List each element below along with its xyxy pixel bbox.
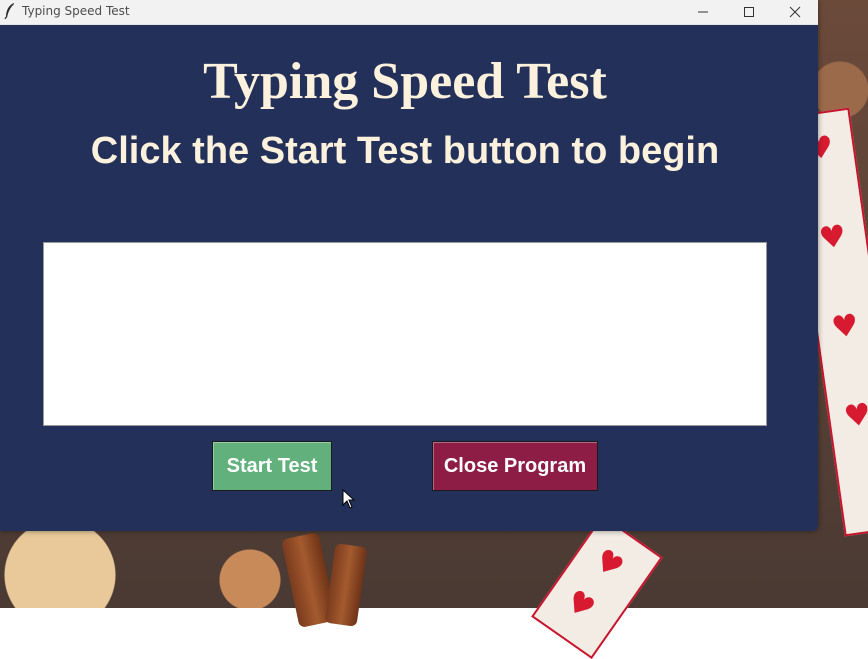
close-window-button[interactable]: [772, 0, 818, 24]
close-program-button[interactable]: Close Program: [432, 441, 598, 491]
maximize-button[interactable]: [726, 0, 772, 24]
page-title: Typing Speed Test: [203, 53, 607, 110]
mouse-pointer-icon: [342, 489, 355, 509]
minimize-icon: [698, 11, 708, 13]
start-test-button[interactable]: Start Test: [212, 441, 332, 491]
window-title: Typing Speed Test: [22, 4, 130, 18]
typing-text-area[interactable]: [43, 242, 767, 426]
feather-icon: [4, 3, 14, 20]
wallpaper-decoration: [324, 543, 368, 627]
minimize-button[interactable]: [680, 0, 726, 24]
app-window: Typing Speed Test Typing Speed Test Clic…: [0, 0, 818, 531]
close-icon: [789, 6, 801, 18]
wallpaper-decoration: ♥ ♥: [531, 514, 663, 659]
title-bar[interactable]: Typing Speed Test: [0, 0, 818, 25]
maximize-icon: [744, 7, 754, 17]
instruction-text: Click the Start Test button to begin: [90, 130, 720, 172]
